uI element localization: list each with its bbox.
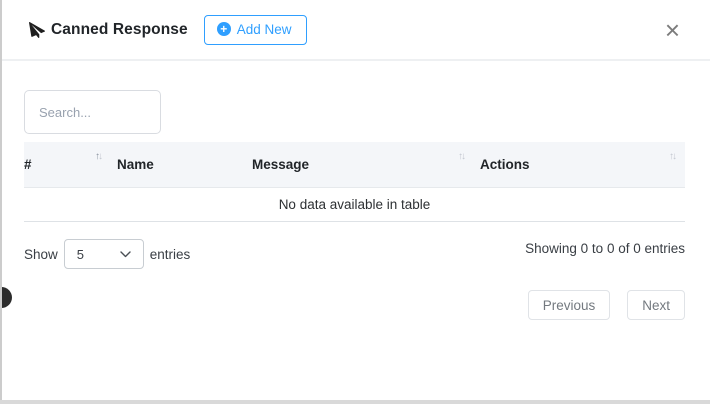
modal-body: # ↑↓ Name Message ↑↓ Actions ↑↓ No data … [2,61,685,320]
column-header-name[interactable]: Name [107,142,242,187]
search-input[interactable] [24,90,161,134]
empty-table-message: No data available in table [24,187,685,222]
length-control: Show 5 entries [24,239,190,269]
add-new-button[interactable]: + Add New [204,15,307,45]
column-header-number[interactable]: # ↑↓ [24,142,107,187]
page-size-select[interactable]: 5 [64,239,144,269]
close-icon[interactable]: × [663,22,682,38]
canned-response-table: # ↑↓ Name Message ↑↓ Actions ↑↓ No data … [24,142,685,222]
sort-icon: ↑↓ [669,151,675,162]
showing-status: Showing 0 to 0 of 0 entries [525,241,685,256]
entries-label: entries [150,247,191,262]
pagination: Previous Next [24,290,685,320]
page-size-value: 5 [77,247,84,262]
sort-icon: ↑↓ [95,151,101,162]
previous-button[interactable]: Previous [528,290,611,320]
table-header-row: # ↑↓ Name Message ↑↓ Actions ↑↓ [24,142,685,187]
column-header-message[interactable]: Message ↑↓ [242,142,470,187]
paper-plane-icon [29,22,45,38]
chevron-down-icon [120,251,131,258]
modal-header: Canned Response + Add New × [2,0,710,61]
column-header-actions[interactable]: Actions ↑↓ [470,142,685,187]
next-button[interactable]: Next [627,290,685,320]
sort-icon: ↑↓ [458,151,464,162]
add-new-label: Add New [237,22,292,37]
table-footer: Show 5 entries Showing 0 to 0 of 0 entri… [24,239,685,269]
show-label: Show [24,247,58,262]
plus-circle-icon: + [217,22,231,36]
canned-response-modal: Canned Response + Add New × # ↑↓ Name Me… [0,0,710,400]
page-title: Canned Response [51,21,188,39]
